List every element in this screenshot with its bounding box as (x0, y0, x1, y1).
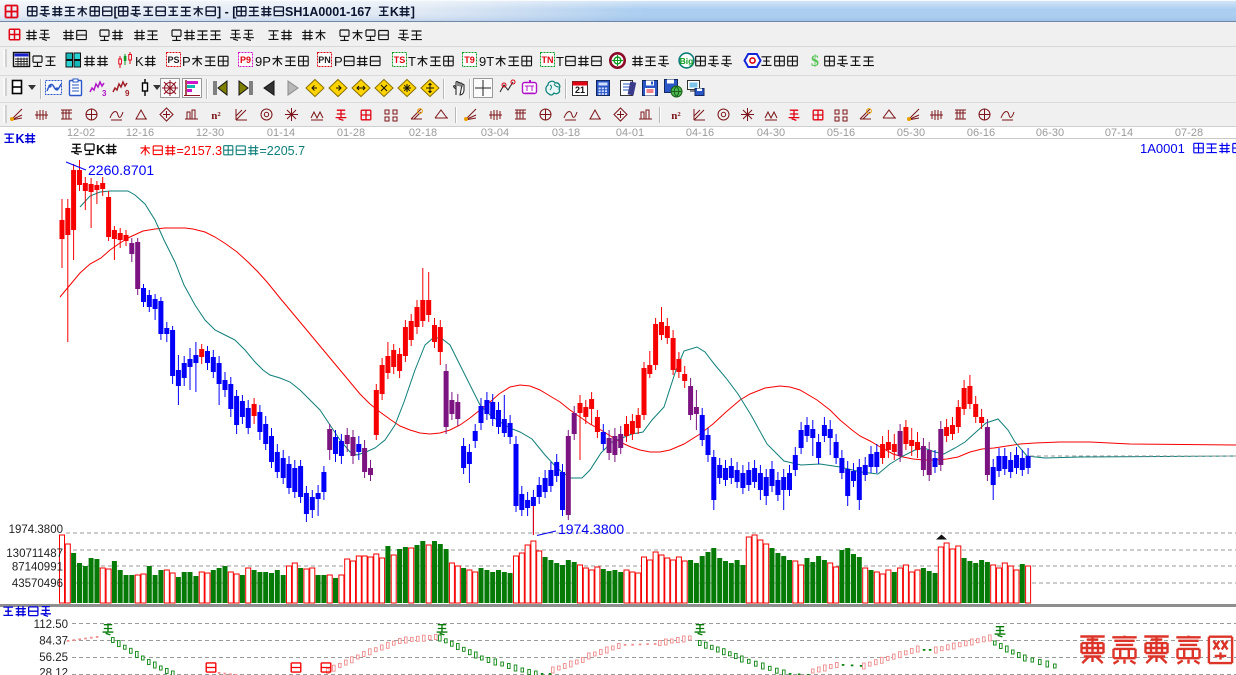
svg-text:130711487: 130711487 (6, 548, 63, 560)
svg-text:05-30: 05-30 (897, 127, 925, 139)
svg-text:06-16: 06-16 (967, 127, 995, 139)
svg-text:SH1A0001-167: SH1A0001-167 (285, 5, 371, 19)
svg-text:n²: n² (211, 110, 221, 122)
svg-text:K: K (96, 142, 106, 157)
svg-text:Big: Big (680, 56, 694, 66)
svg-text:06-30: 06-30 (1036, 127, 1064, 139)
svg-text:1A0001: 1A0001 (1140, 141, 1185, 156)
svg-text:P: P (334, 54, 343, 69)
svg-text:12-02: 12-02 (67, 127, 95, 139)
svg-text:K: K (16, 132, 25, 146)
svg-text:n²: n² (671, 110, 681, 122)
svg-text:112.50: 112.50 (34, 619, 68, 631)
svg-text:1974.3800: 1974.3800 (558, 521, 624, 537)
svg-text:56.25: 56.25 (39, 652, 68, 664)
svg-text:TN: TN (542, 55, 554, 65)
svg-text:02-18: 02-18 (409, 127, 437, 139)
svg-text:]: ] (411, 5, 415, 19)
svg-text:TS: TS (394, 55, 406, 65)
svg-text:03-04: 03-04 (481, 127, 509, 139)
svg-text:PN: PN (318, 55, 331, 65)
svg-text:PS: PS (167, 55, 179, 65)
svg-text:03-18: 03-18 (552, 127, 580, 139)
svg-text:04-01: 04-01 (616, 127, 644, 139)
svg-text:P: P (182, 54, 191, 69)
svg-text:84.37: 84.37 (39, 636, 68, 648)
svg-text:04-30: 04-30 (757, 127, 785, 139)
svg-text:=2157.3: =2157.3 (177, 144, 223, 158)
svg-text:T: T (556, 54, 564, 69)
svg-text:12-16: 12-16 (126, 127, 154, 139)
svg-text:T: T (408, 54, 416, 69)
svg-text:28.12: 28.12 (39, 668, 68, 675)
svg-text:] - [: ] - [ (217, 5, 237, 19)
svg-text:9P: 9P (255, 54, 271, 69)
svg-text:21: 21 (575, 85, 585, 95)
svg-text:01-14: 01-14 (267, 127, 295, 139)
svg-text:04-16: 04-16 (686, 127, 714, 139)
svg-text:K: K (135, 54, 144, 69)
svg-text:2260.8701: 2260.8701 (88, 162, 154, 178)
svg-text:12-30: 12-30 (196, 127, 224, 139)
svg-text:$: $ (811, 53, 819, 70)
svg-text:07-14: 07-14 (1105, 127, 1133, 139)
svg-text:P9: P9 (240, 55, 251, 65)
svg-text:05-16: 05-16 (827, 127, 855, 139)
svg-text:9: 9 (125, 89, 130, 98)
svg-text:9T: 9T (479, 54, 494, 69)
svg-text:07-28: 07-28 (1175, 127, 1203, 139)
svg-text:T9: T9 (464, 55, 475, 65)
svg-text:K: K (390, 5, 399, 19)
svg-text:87140991: 87140991 (12, 562, 63, 574)
svg-text:=2205.7: =2205.7 (260, 144, 306, 158)
svg-text:01-28: 01-28 (337, 127, 365, 139)
svg-text:1974.3800: 1974.3800 (9, 524, 63, 536)
svg-text:43570496: 43570496 (12, 578, 63, 590)
svg-text:3: 3 (102, 89, 107, 98)
